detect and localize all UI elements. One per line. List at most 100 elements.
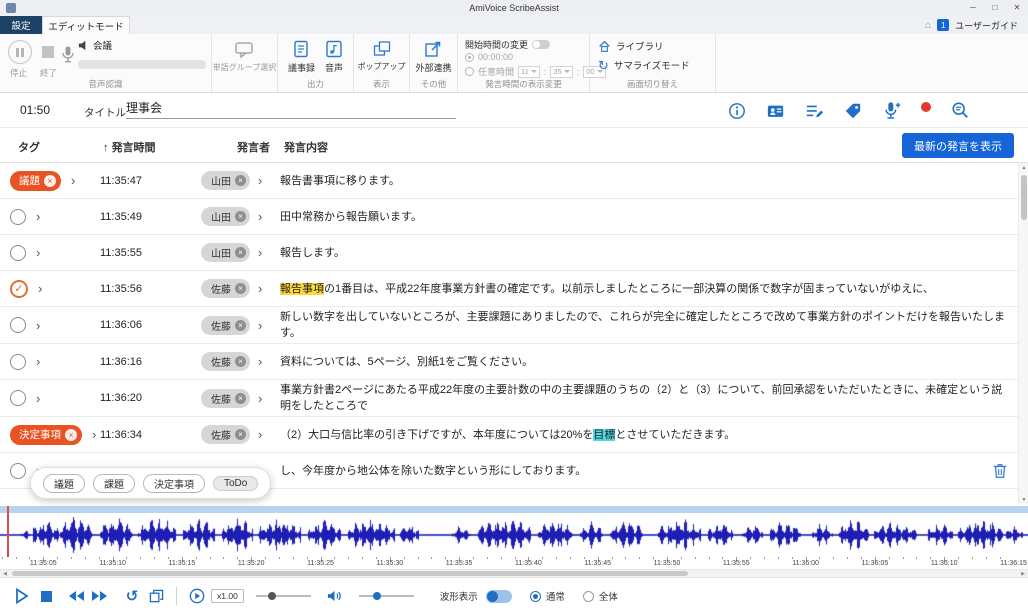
row-content[interactable]: 報告事項の1番目は、平成22年度事業方針書の確定です。以前示しましたところに一部… — [280, 281, 1018, 297]
remove-speaker-icon[interactable]: × — [235, 175, 246, 186]
export-minutes-button[interactable]: 議事録 — [288, 40, 315, 74]
show-latest-button[interactable]: 最新の発言を表示 — [902, 133, 1014, 158]
speed-slider-knob[interactable] — [268, 592, 276, 600]
word-group-select-button[interactable]: 単語グループ選択 — [212, 41, 277, 73]
row-content[interactable]: （2）大口与信比率の引き下げですが、本年度については20%を目標とさせていただき… — [280, 427, 1018, 443]
row-select-marker[interactable] — [10, 317, 26, 333]
expand-chevron-icon[interactable]: › — [36, 392, 40, 405]
row-select-marker[interactable] — [10, 463, 26, 479]
expand-chevron-icon[interactable]: › — [36, 355, 40, 368]
tag-pill[interactable]: 決定事項× — [10, 425, 82, 445]
volume-slider[interactable] — [359, 595, 414, 597]
volume-icon[interactable] — [323, 589, 347, 603]
speed-value[interactable]: x1.00 — [211, 589, 244, 603]
row-select-marker[interactable] — [10, 354, 26, 370]
remove-speaker-icon[interactable]: × — [235, 320, 246, 331]
remove-speaker-icon[interactable]: × — [235, 356, 246, 367]
tag-option-1[interactable]: 課題 — [93, 474, 135, 493]
popup-view-button[interactable]: ポップアップ — [358, 40, 406, 72]
speaker-chevron-icon[interactable]: › — [258, 428, 262, 441]
remove-speaker-icon[interactable]: × — [235, 429, 246, 440]
tag-option-2[interactable]: 決定事項 — [143, 474, 205, 493]
export-audio-button[interactable]: 音声 — [325, 40, 343, 74]
row-content[interactable]: 報告します。 — [280, 245, 1018, 261]
speaker-chevron-icon[interactable]: › — [258, 246, 262, 259]
maximize-button[interactable]: □ — [984, 0, 1006, 16]
tag-option-3[interactable]: ToDo — [213, 476, 258, 491]
header-tag[interactable]: タグ — [18, 139, 40, 155]
speed-slider[interactable] — [256, 595, 311, 597]
search-eq-icon[interactable] — [951, 101, 970, 120]
end-recording-icon[interactable] — [42, 46, 54, 58]
tag-icon[interactable] — [844, 102, 862, 120]
expand-chevron-icon[interactable]: › — [36, 246, 40, 259]
close-button[interactable]: ✕ — [1006, 0, 1028, 16]
speaker-pill[interactable]: 山田× — [201, 171, 250, 190]
header-content[interactable]: 発言内容 — [284, 139, 328, 155]
speaker-chevron-icon[interactable]: › — [258, 319, 262, 332]
row-content[interactable]: 新しい数字を出していないところが、主要課題にありましたので、これらが完全に確定し… — [280, 309, 1018, 341]
audio-waveform[interactable] — [0, 513, 1028, 557]
speaker-chevron-icon[interactable]: › — [258, 392, 262, 405]
user-guide-link[interactable]: ユーザーガイド — [955, 19, 1018, 32]
table-scrollbar[interactable]: ▲ ▼ — [1018, 163, 1028, 505]
zero-time-radio[interactable] — [465, 53, 474, 62]
scroll-up-icon[interactable]: ▲ — [1019, 163, 1028, 173]
help-home-icon[interactable]: ⌂ — [925, 20, 931, 31]
volume-slider-knob[interactable] — [373, 592, 381, 600]
scrollbar-thumb[interactable] — [1021, 175, 1027, 220]
external-link-button[interactable]: 外部連携 — [415, 40, 451, 74]
waveform-display-toggle[interactable] — [486, 590, 512, 603]
contact-card-icon[interactable] — [766, 102, 785, 120]
scroll-down-icon[interactable]: ▼ — [1019, 495, 1028, 505]
start-time-toggle[interactable] — [532, 40, 550, 49]
waveform-overview-strip[interactable] — [0, 506, 1028, 513]
expand-chevron-icon[interactable]: › — [38, 282, 42, 295]
speaker-pill[interactable]: 佐藤× — [201, 279, 250, 298]
row-select-marker[interactable] — [10, 209, 26, 225]
info-icon[interactable] — [728, 102, 746, 120]
header-time-sorted[interactable]: ↑ 発言時間 — [103, 139, 156, 155]
remove-tag-icon[interactable]: × — [44, 175, 56, 187]
speaker-pill[interactable]: 佐藤× — [201, 425, 250, 444]
waveform-scrollbar-thumb[interactable] — [12, 571, 688, 576]
replay-button[interactable]: ↺ — [120, 587, 144, 605]
speaker-chevron-icon[interactable]: › — [258, 174, 262, 187]
scroll-right-icon[interactable]: ▶ — [1018, 570, 1028, 579]
scroll-left-icon[interactable]: ◀ — [0, 570, 10, 579]
row-content[interactable]: 田中常務から報告願います。 — [280, 209, 1018, 225]
row-content[interactable]: 資料については、5ページ、別紙1をご覧ください。 — [280, 354, 1018, 370]
edit-list-icon[interactable] — [805, 102, 824, 120]
pause-button[interactable] — [8, 40, 32, 64]
tag-pill[interactable]: 議題× — [10, 171, 61, 191]
speaker-pill[interactable]: 佐藤× — [201, 352, 250, 371]
row-select-marker[interactable] — [10, 390, 26, 406]
speaker-pill[interactable]: 山田× — [201, 207, 250, 226]
copy-waveform-button[interactable] — [144, 589, 168, 604]
notification-count-badge[interactable]: 1 — [937, 19, 949, 31]
speaker-pill[interactable]: 佐藤× — [201, 389, 250, 408]
speaker-chevron-icon[interactable]: › — [258, 355, 262, 368]
delete-row-button[interactable] — [982, 462, 1018, 480]
waveform-scrollbar[interactable]: ◀ ▶ — [0, 569, 1028, 578]
remove-tag-icon[interactable]: × — [65, 429, 77, 441]
rewind-button[interactable] — [64, 590, 88, 602]
row-content[interactable]: し、今年度から地公体を除いた数字という形にしております。 — [280, 463, 982, 479]
expand-chevron-icon[interactable]: › — [36, 319, 40, 332]
speaker-chevron-icon[interactable]: › — [258, 210, 262, 223]
mic-plus-icon[interactable] — [882, 101, 901, 120]
stop-button[interactable] — [34, 591, 58, 602]
header-speaker[interactable]: 発言者 — [237, 139, 270, 155]
row-select-marker[interactable] — [10, 245, 26, 261]
radio-whole[interactable]: 全体 — [583, 589, 618, 603]
remove-speaker-icon[interactable]: × — [235, 247, 246, 258]
time-minute-spinner[interactable]: 35 — [550, 66, 572, 78]
remove-speaker-icon[interactable]: × — [235, 283, 246, 294]
row-check-marker[interactable]: ✓ — [10, 280, 28, 298]
remove-speaker-icon[interactable]: × — [235, 393, 246, 404]
title-input[interactable]: 理事会 — [126, 99, 456, 119]
play-button[interactable] — [10, 588, 34, 604]
arbitrary-time-radio[interactable] — [465, 67, 474, 76]
radio-normal[interactable]: 通常 — [530, 589, 565, 603]
speaker-pill[interactable]: 山田× — [201, 243, 250, 262]
